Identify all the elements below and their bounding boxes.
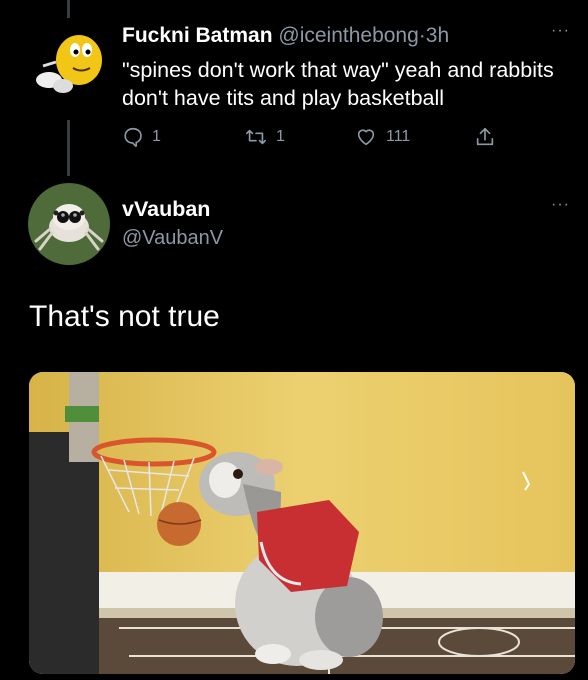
- user-handle[interactable]: @VaubanV: [122, 227, 223, 250]
- reply-button[interactable]: 1: [122, 126, 161, 148]
- tweet-actions: 1 1 111: [122, 126, 562, 152]
- timestamp[interactable]: 3h: [426, 24, 449, 47]
- display-name[interactable]: vVauban: [122, 197, 210, 222]
- more-icon[interactable]: ···: [551, 22, 570, 40]
- tweet-text: "spines don't work that way" yeah and ra…: [122, 58, 554, 110]
- like-button[interactable]: 111: [354, 126, 410, 148]
- avatar[interactable]: [28, 183, 110, 265]
- retweet-icon: [244, 126, 268, 148]
- retweet-count: 1: [276, 128, 285, 145]
- tweet-media-image[interactable]: [29, 372, 575, 674]
- share-icon: [474, 126, 496, 148]
- retweet-button[interactable]: 1: [244, 126, 285, 148]
- tweet-text: That's not true: [29, 300, 220, 333]
- tweet-header: Fuckni Batman @iceinthebong·3h: [122, 24, 449, 48]
- thread-line: [67, 120, 70, 176]
- more-icon[interactable]: ···: [551, 196, 570, 214]
- user-handle[interactable]: @iceinthebong: [278, 24, 418, 47]
- like-count: 111: [386, 128, 411, 145]
- share-button[interactable]: [474, 126, 496, 148]
- reply-count: 1: [152, 128, 161, 145]
- avatar[interactable]: [29, 26, 109, 106]
- display-name[interactable]: Fuckni Batman: [122, 24, 273, 47]
- thread-line-top: [67, 0, 70, 18]
- separator-dot: ·: [418, 24, 426, 47]
- heart-icon: [354, 126, 378, 148]
- reply-icon: [122, 126, 144, 148]
